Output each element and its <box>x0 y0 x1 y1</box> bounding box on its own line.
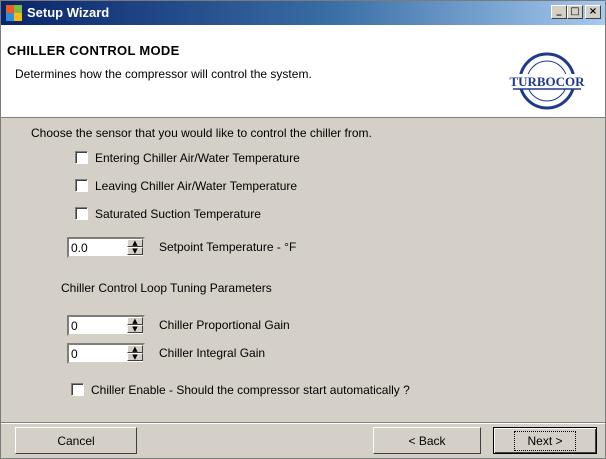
proportional-stepper-buttons: ▲ ▼ <box>127 317 143 334</box>
minimize-button[interactable]: _ <box>551 5 567 19</box>
setup-wizard-window: Setup Wizard _ □ × CHILLER CONTROL MODE … <box>0 0 606 459</box>
spin-up-icon[interactable]: ▲ <box>127 345 143 353</box>
wizard-footer: Cancel < Back Next > <box>1 422 605 459</box>
setpoint-stepper-buttons: ▲ ▼ <box>127 239 143 256</box>
title-bar[interactable]: Setup Wizard _ □ × <box>1 1 605 25</box>
spin-up-icon[interactable]: ▲ <box>127 317 143 325</box>
integral-gain-stepper[interactable]: 0 ▲ ▼ <box>67 343 145 364</box>
window-title: Setup Wizard <box>27 5 110 20</box>
sensor-prompt: Choose the sensor that you would like to… <box>31 126 372 140</box>
app-icon <box>6 5 22 21</box>
tuning-heading: Chiller Control Loop Tuning Parameters <box>61 281 272 295</box>
setpoint-value[interactable]: 0.0 <box>71 241 88 255</box>
page-subtitle: Determines how the compressor will contr… <box>15 67 312 81</box>
suction-temp-label[interactable]: Saturated Suction Temperature <box>95 207 261 221</box>
spin-down-icon[interactable]: ▼ <box>127 353 143 361</box>
next-button[interactable]: Next > <box>493 427 597 454</box>
integral-stepper-buttons: ▲ ▼ <box>127 345 143 362</box>
wizard-content: Choose the sensor that you would like to… <box>1 118 605 422</box>
spin-up-icon[interactable]: ▲ <box>127 239 143 247</box>
logo-text: TURBOCOR <box>509 74 585 89</box>
chiller-enable-checkbox[interactable] <box>71 383 84 396</box>
setpoint-stepper[interactable]: 0.0 ▲ ▼ <box>67 237 145 258</box>
page-title: CHILLER CONTROL MODE <box>7 43 180 58</box>
close-icon: × <box>588 6 598 17</box>
cancel-button[interactable]: Cancel <box>15 427 137 454</box>
spin-down-icon[interactable]: ▼ <box>127 325 143 333</box>
back-button[interactable]: < Back <box>373 427 481 454</box>
proportional-gain-value[interactable]: 0 <box>71 319 78 333</box>
suction-temp-checkbox[interactable] <box>75 207 88 220</box>
entering-temp-checkbox[interactable] <box>75 151 88 164</box>
setpoint-label: Setpoint Temperature - °F <box>159 240 297 254</box>
entering-temp-label[interactable]: Entering Chiller Air/Water Temperature <box>95 151 300 165</box>
wizard-header: CHILLER CONTROL MODE Determines how the … <box>1 25 605 118</box>
turbocor-logo: TURBOCOR <box>509 52 585 110</box>
integral-gain-value[interactable]: 0 <box>71 347 78 361</box>
maximize-icon: □ <box>570 6 580 17</box>
chiller-enable-label[interactable]: Chiller Enable - Should the compressor s… <box>91 383 410 397</box>
spin-down-icon[interactable]: ▼ <box>127 247 143 255</box>
maximize-button[interactable]: □ <box>567 5 583 19</box>
footer-divider <box>1 423 605 424</box>
close-button[interactable]: × <box>585 5 601 19</box>
minimize-icon: _ <box>556 5 562 16</box>
proportional-gain-label: Chiller Proportional Gain <box>159 318 290 332</box>
leaving-temp-label[interactable]: Leaving Chiller Air/Water Temperature <box>95 179 297 193</box>
next-label: Next > <box>514 430 576 451</box>
leaving-temp-checkbox[interactable] <box>75 179 88 192</box>
cancel-label: Cancel <box>57 433 95 448</box>
integral-gain-label: Chiller Integral Gain <box>159 346 266 360</box>
back-label: < Back <box>408 433 446 448</box>
proportional-gain-stepper[interactable]: 0 ▲ ▼ <box>67 315 145 336</box>
